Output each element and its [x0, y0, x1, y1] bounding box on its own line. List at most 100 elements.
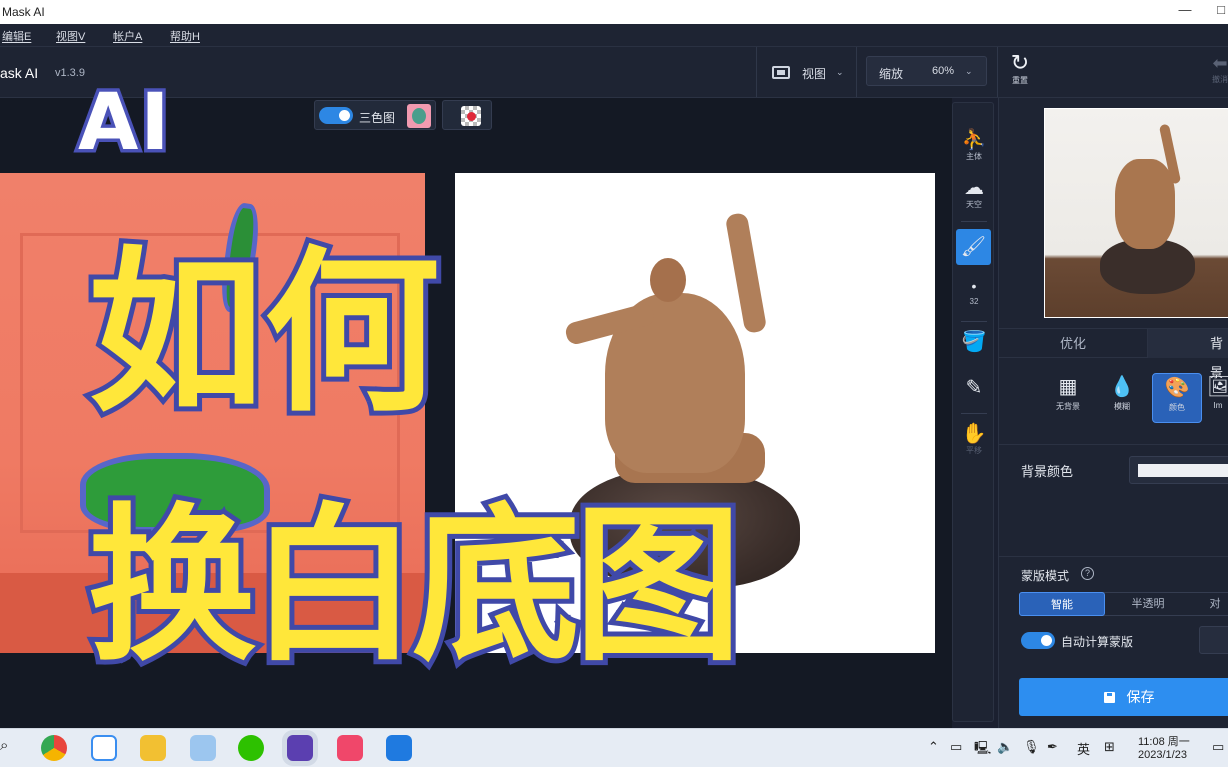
panel-divider: [999, 556, 1228, 557]
toolbar-divider: [997, 47, 998, 97]
refresh-icon: ↻: [1010, 50, 1030, 75]
save-button[interactable]: 保存: [1019, 678, 1228, 716]
minimize-button[interactable]: —: [1174, 2, 1196, 17]
tool-label: 主体: [966, 152, 982, 161]
view-layout-icon: [772, 66, 790, 79]
statue-head: [650, 258, 686, 302]
ime-mode-icon[interactable]: ⊞: [1104, 739, 1115, 755]
statue-raised-arm: [724, 212, 768, 334]
switch-knob: [339, 110, 350, 121]
undo-button[interactable]: ⬅ 撤消: [1208, 53, 1228, 93]
palette-icon: 🎨: [1164, 377, 1190, 399]
screen-recorder-icon[interactable]: [386, 735, 412, 761]
tool-brush-size[interactable]: • 32: [953, 275, 995, 306]
top-toolbar: ask AI v1.3.9 视图 ⌄ 缩放 60% ⌄ ↻ 重置 ⬅ 撤消: [0, 47, 1228, 98]
mask-mode-semitransparent[interactable]: 半透明: [1105, 592, 1191, 616]
folder-icon[interactable]: [140, 735, 166, 761]
notification-icon[interactable]: ▭: [1212, 739, 1224, 755]
tool-label: 平移: [966, 446, 982, 455]
title-bar: Mask AI — □: [0, 0, 1228, 24]
brush-size-value: 32: [969, 297, 979, 306]
right-panel: 优化 背景 ▦ 无背景 💧 模糊 🎨 颜色 🖼 Im 背景颜色 蒙版模式 ? 智…: [998, 98, 1228, 728]
battery-icon[interactable]: ▭: [950, 739, 962, 755]
notes-app-icon[interactable]: [190, 735, 216, 761]
wechat-icon[interactable]: [238, 735, 264, 761]
switch-knob: [1041, 635, 1052, 646]
background-color-label: 背景颜色: [1021, 464, 1074, 479]
overlay-title-line1: 如何: [83, 231, 445, 436]
mode-label: Im: [1213, 401, 1223, 410]
reset-button[interactable]: ↻ 重置: [1006, 51, 1034, 91]
window-title: Mask AI: [2, 5, 45, 19]
tricolor-switch[interactable]: [319, 107, 353, 124]
search-icon[interactable]: ⌕: [0, 737, 8, 754]
reset-label: 重置: [1012, 76, 1028, 85]
tool-divider: [961, 221, 987, 222]
dot-icon: •: [971, 278, 977, 294]
chevron-down-icon: ⌄: [965, 66, 973, 76]
overlay-badge-ai: AI: [74, 75, 172, 172]
tool-brush[interactable]: 🖌: [956, 229, 991, 265]
menu-edit[interactable]: 编辑E: [2, 28, 31, 44]
save-label: 保存: [1126, 689, 1155, 705]
mask-ai-app-icon[interactable]: [287, 735, 313, 761]
tool-divider: [961, 321, 987, 322]
tool-sky[interactable]: ☁ 天空: [953, 177, 995, 210]
navigator-thumbnail[interactable]: [1044, 108, 1228, 318]
baidu-netdisk-icon[interactable]: [91, 735, 117, 761]
cloud-icon: ☁: [964, 177, 984, 199]
maximize-button[interactable]: □: [1210, 2, 1228, 17]
mask-mode-smart[interactable]: 智能: [1019, 592, 1105, 616]
view-menu-label: 视图: [802, 67, 827, 81]
chrome-icon[interactable]: [41, 735, 67, 761]
tab-background[interactable]: 背景: [1147, 329, 1228, 380]
menu-account[interactable]: 帐户A: [113, 28, 142, 44]
chevron-down-icon: ⌄: [836, 67, 844, 77]
network-icon[interactable]: 🖳: [974, 739, 991, 761]
transparency-toggle[interactable]: [442, 100, 492, 130]
tool-pan[interactable]: ✋ 平移: [953, 423, 995, 456]
tool-label: 天空: [966, 200, 982, 209]
tab-optimize[interactable]: 优化: [999, 329, 1147, 358]
tool-fill[interactable]: 🪣: [953, 331, 995, 353]
brush-settings-icon: 🖌: [960, 236, 987, 258]
volume-icon[interactable]: 🔈: [997, 739, 1013, 755]
tool-subject[interactable]: ⛹ 主体: [953, 129, 995, 162]
tool-eyedropper[interactable]: ✎: [953, 377, 995, 399]
panel-tabs: 优化 背景: [999, 328, 1228, 380]
mode-blur[interactable]: 💧 模糊: [1097, 373, 1147, 423]
auto-mask-switch[interactable]: [1021, 632, 1055, 649]
help-icon[interactable]: ?: [1081, 567, 1094, 580]
tool-strip: ⛹ 主体 ☁ 天空 🖌 • 32 🪣 ✎ ✋ 平移: [952, 102, 994, 722]
mode-image[interactable]: 🖼 Im: [1207, 373, 1228, 423]
image-icon: 🖼: [1207, 376, 1228, 398]
meitu-app-icon[interactable]: [337, 735, 363, 761]
panel-divider: [999, 444, 1228, 445]
person-icon: ⛹: [961, 129, 987, 151]
mask-mode-label: 蒙版模式: [1021, 569, 1070, 583]
checker-icon: ▦: [1058, 376, 1078, 398]
tricolor-preview-icon[interactable]: [407, 104, 431, 128]
mode-label: 无背景: [1056, 402, 1080, 411]
tricolor-toggle-group: 三色图: [314, 100, 436, 130]
tricolor-label: 三色图: [359, 111, 396, 125]
toolbar-divider: [756, 47, 757, 97]
clock-date[interactable]: 2023/1/23: [1138, 749, 1187, 761]
mask-mode-third[interactable]: 对: [1191, 592, 1228, 616]
zoom-select[interactable]: 缩放 60% ⌄: [866, 56, 987, 86]
drop-icon: 💧: [1109, 376, 1135, 398]
eyedropper-icon: ✎: [965, 377, 983, 399]
auto-mask-option[interactable]: [1199, 626, 1228, 654]
ime-language[interactable]: 英: [1077, 739, 1090, 758]
clock-time[interactable]: 11:08 周一: [1138, 733, 1190, 749]
menu-view[interactable]: 视图V: [56, 28, 85, 44]
tray-expand-icon[interactable]: ⌃: [928, 739, 939, 755]
tool-divider: [961, 413, 987, 414]
microphone-icon[interactable]: 🎙: [1023, 739, 1040, 755]
save-disk-icon: [1103, 692, 1115, 703]
mode-color[interactable]: 🎨 颜色: [1152, 373, 1202, 423]
pen-icon[interactable]: ✒: [1047, 739, 1058, 755]
menu-help[interactable]: 帮助H: [170, 28, 200, 44]
background-color-picker[interactable]: [1129, 456, 1228, 484]
mode-no-background[interactable]: ▦ 无背景: [1043, 373, 1093, 423]
